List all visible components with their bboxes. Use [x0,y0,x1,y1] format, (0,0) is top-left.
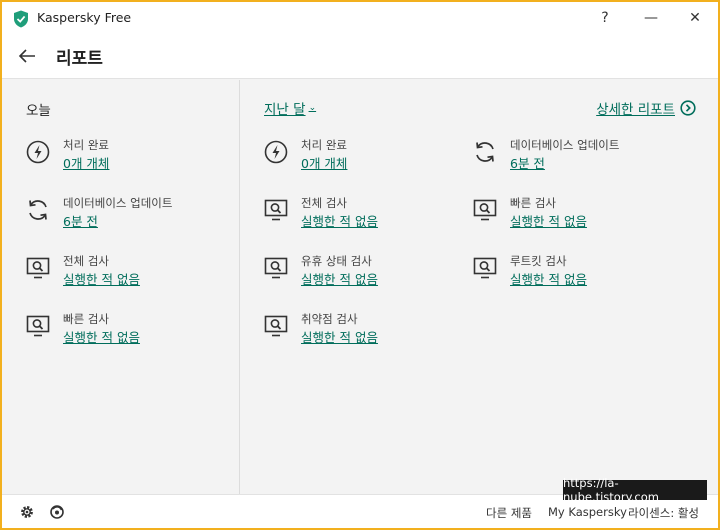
item-label: 전체 검사 [63,254,109,268]
today-processed: 처리 완료 0개 개체 [26,137,226,177]
item-label: 데이터베이스 업데이트 [510,138,620,152]
monitor-scan-icon [264,199,288,221]
month-quick-scan: 빠른 검사 실행한 적 없음 [473,195,673,235]
license-link[interactable]: 라이센스: 활성 [628,505,699,521]
item-value-link[interactable]: 실행한 적 없음 [510,269,587,288]
item-value-link[interactable]: 0개 개체 [63,153,109,172]
kaspersky-shield-icon [14,10,28,28]
item-value-link[interactable]: 실행한 적 없음 [510,211,587,230]
item-value-link[interactable]: 실행한 적 없음 [63,327,140,346]
detailed-report-label: 상세한 리포트 [596,102,675,118]
item-value-link[interactable]: 6분 전 [63,211,98,230]
month-processed: 처리 완료 0개 개체 [264,137,464,177]
today-title: 오늘 [26,103,51,119]
monitor-scan-icon [473,257,497,279]
item-label: 빠른 검사 [63,312,109,326]
last-month-panel: 지난 달 ⌄ 상세한 리포트 처리 완료 0개 개체 전체 검사 실행한 적 없… [241,80,718,494]
app-window: Kaspersky Free ? — ✕ 리포트 오늘 처리 완료 0개 개체 [2,2,718,528]
close-button[interactable]: ✕ [672,2,718,34]
gear-icon[interactable] [19,504,35,520]
page-header: 리포트 [2,34,718,79]
item-value-link[interactable]: 0개 개체 [301,153,347,172]
bolt-icon [26,140,50,164]
support-icon[interactable] [49,504,65,520]
today-full-scan: 전체 검사 실행한 적 없음 [26,253,226,293]
item-label: 취약점 검사 [301,312,358,326]
item-label: 빠른 검사 [510,196,556,210]
my-kaspersky-link[interactable]: My Kaspersky [548,505,627,519]
month-vulnerability-scan: 취약점 검사 실행한 적 없음 [264,311,464,351]
item-label: 데이터베이스 업데이트 [63,196,173,210]
watermark-label: https://la-nube.tistory.com [563,476,707,504]
page-title: 리포트 [56,49,103,69]
item-value-link[interactable]: 실행한 적 없음 [301,327,378,346]
arrow-circle-right-icon [680,100,696,116]
item-label: 루트킷 검사 [510,254,567,268]
detailed-report-link[interactable]: 상세한 리포트 [596,98,696,118]
today-panel: 오늘 처리 완료 0개 개체 데이터베이스 업데이트 6분 전 전체 검사 실행… [2,80,240,494]
monitor-scan-icon [264,257,288,279]
chevron-down-icon: ⌄ [308,103,317,113]
period-dropdown[interactable]: 지난 달 ⌄ [264,98,316,118]
item-value-link[interactable]: 실행한 적 없음 [63,269,140,288]
monitor-scan-icon [473,199,497,221]
other-products-link[interactable]: 다른 제품 [486,505,532,521]
refresh-icon [476,142,494,162]
month-rootkit-scan: 루트킷 검사 실행한 적 없음 [473,253,673,293]
item-value-link[interactable]: 실행한 적 없음 [301,269,378,288]
help-button[interactable]: ? [582,2,628,34]
title-bar: Kaspersky Free ? — ✕ [2,2,718,34]
bolt-icon [264,140,288,164]
item-value-link[interactable]: 실행한 적 없음 [301,211,378,230]
item-label: 전체 검사 [301,196,347,210]
item-value-link[interactable]: 6분 전 [510,153,545,172]
window-title: Kaspersky Free [37,10,132,25]
month-db-update: 데이터베이스 업데이트 6분 전 [473,137,673,177]
month-full-scan: 전체 검사 실행한 적 없음 [264,195,464,235]
back-arrow-icon[interactable] [16,46,38,66]
period-label: 지난 달 [264,102,306,118]
item-label: 처리 완료 [63,138,109,152]
refresh-icon [29,200,47,220]
today-quick-scan: 빠른 검사 실행한 적 없음 [26,311,226,351]
monitor-scan-icon [264,315,288,337]
item-label: 유휴 상태 검사 [301,254,372,268]
minimize-button[interactable]: — [628,2,674,34]
month-idle-scan: 유휴 상태 검사 실행한 적 없음 [264,253,464,293]
today-db-update: 데이터베이스 업데이트 6분 전 [26,195,226,235]
item-label: 처리 완료 [301,138,347,152]
monitor-scan-icon [26,257,50,279]
monitor-scan-icon [26,315,50,337]
